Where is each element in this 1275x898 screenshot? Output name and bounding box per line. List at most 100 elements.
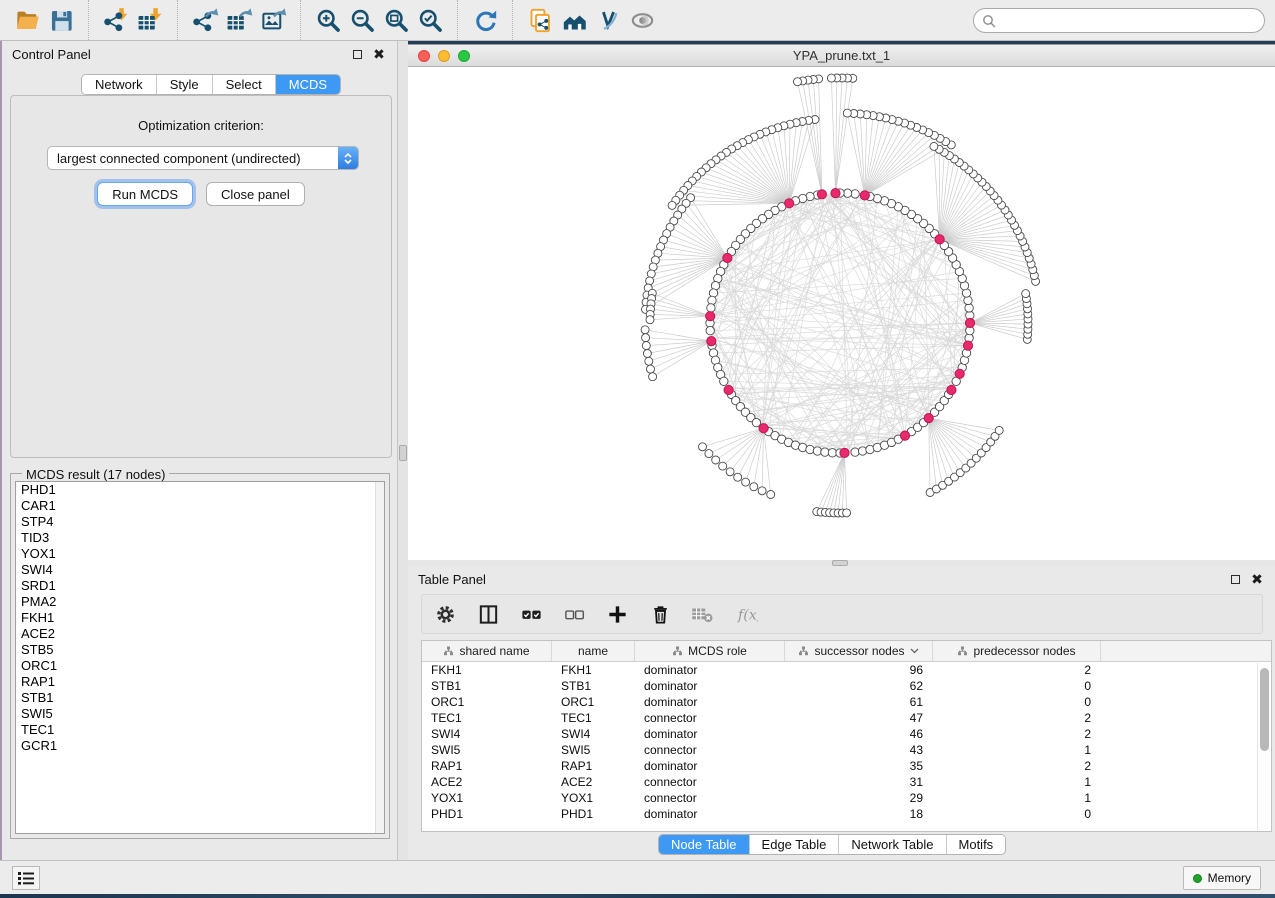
- cell-MCDS-role[interactable]: dominator: [635, 694, 785, 710]
- cell-MCDS-role[interactable]: dominator: [635, 806, 785, 822]
- column-header-name[interactable]: name: [552, 641, 635, 661]
- cell-shared-name[interactable]: STB1: [422, 678, 552, 694]
- close-panel-button-2[interactable]: Close panel: [206, 182, 305, 206]
- zoom-in-button[interactable]: [311, 4, 345, 36]
- cell-shared-name[interactable]: YOX1: [422, 790, 552, 806]
- cell-name[interactable]: TEC1: [552, 710, 635, 726]
- cell-name[interactable]: STB1: [552, 678, 635, 694]
- table-row[interactable]: ACE2ACE2connector311: [422, 774, 1271, 790]
- mcds-result-item[interactable]: RAP1: [16, 674, 384, 690]
- mcds-result-item[interactable]: PHD1: [16, 482, 384, 498]
- cell-successor-nodes[interactable]: 43: [785, 742, 933, 758]
- column-header-shared-name[interactable]: shared name: [422, 641, 552, 661]
- settings-button[interactable]: [432, 601, 458, 627]
- network-overview-button[interactable]: [557, 4, 591, 36]
- table-row[interactable]: YOX1YOX1connector291: [422, 790, 1271, 806]
- tab-node-table[interactable]: Node Table: [659, 835, 750, 854]
- tab-edge-table[interactable]: Edge Table: [750, 835, 840, 854]
- mcds-result-item[interactable]: SWI4: [16, 562, 384, 578]
- table-row[interactable]: RAP1RAP1dominator352: [422, 758, 1271, 774]
- cell-name[interactable]: ORC1: [552, 694, 635, 710]
- cell-MCDS-role[interactable]: connector: [635, 710, 785, 726]
- cell-predecessor-nodes[interactable]: 0: [933, 694, 1101, 710]
- deselect-all-button[interactable]: [561, 601, 587, 627]
- float-panel-button[interactable]: [349, 46, 365, 62]
- mcds-result-item[interactable]: FKH1: [16, 610, 384, 626]
- select-all-button[interactable]: [518, 601, 544, 627]
- cell-shared-name[interactable]: PHD1: [422, 806, 552, 822]
- cell-successor-nodes[interactable]: 31: [785, 774, 933, 790]
- mcds-result-item[interactable]: STB1: [16, 690, 384, 706]
- network-canvas[interactable]: [408, 67, 1275, 560]
- optimization-criterion-select[interactable]: largest connected component (undirected): [47, 146, 359, 170]
- search-input[interactable]: [996, 11, 1264, 31]
- cell-name[interactable]: ACE2: [552, 774, 635, 790]
- mcds-result-list[interactable]: PHD1CAR1STP4TID3YOX1SWI4SRD1PMA2FKH1ACE2…: [15, 481, 385, 834]
- cell-successor-nodes[interactable]: 96: [785, 662, 933, 678]
- cell-successor-nodes[interactable]: 61: [785, 694, 933, 710]
- show-graphics-details-button[interactable]: [625, 4, 659, 36]
- close-table-panel-button[interactable]: ✖: [1249, 571, 1265, 587]
- export-image-button[interactable]: [256, 4, 290, 36]
- cell-MCDS-role[interactable]: dominator: [635, 662, 785, 678]
- cell-predecessor-nodes[interactable]: 1: [933, 790, 1101, 806]
- export-table-button[interactable]: [222, 4, 256, 36]
- table-scrollbar[interactable]: [1257, 663, 1270, 830]
- mcds-result-item[interactable]: GCR1: [16, 738, 384, 754]
- memory-button[interactable]: Memory: [1183, 866, 1261, 890]
- cell-name[interactable]: SWI4: [552, 726, 635, 742]
- cell-successor-nodes[interactable]: 18: [785, 806, 933, 822]
- search-field[interactable]: [973, 8, 1265, 33]
- cell-name[interactable]: SWI5: [552, 742, 635, 758]
- refresh-button[interactable]: [468, 4, 502, 36]
- mcds-list-scrollbar[interactable]: [375, 482, 384, 833]
- cell-predecessor-nodes[interactable]: 1: [933, 742, 1101, 758]
- open-button[interactable]: [10, 4, 44, 36]
- cell-predecessor-nodes[interactable]: 0: [933, 678, 1101, 694]
- cell-name[interactable]: YOX1: [552, 790, 635, 806]
- cell-predecessor-nodes[interactable]: 1: [933, 774, 1101, 790]
- close-panel-button[interactable]: ✖: [371, 46, 387, 62]
- tab-select[interactable]: Select: [213, 75, 276, 94]
- cell-name[interactable]: FKH1: [552, 662, 635, 678]
- mcds-result-item[interactable]: ORC1: [16, 658, 384, 674]
- splitter-grip[interactable]: [399, 445, 407, 461]
- cell-successor-nodes[interactable]: 62: [785, 678, 933, 694]
- column-header-MCDS-role[interactable]: MCDS role: [635, 641, 785, 661]
- cell-shared-name[interactable]: ORC1: [422, 694, 552, 710]
- cell-name[interactable]: PHD1: [552, 806, 635, 822]
- tab-network[interactable]: Network: [82, 75, 157, 94]
- columns-button[interactable]: [475, 601, 501, 627]
- import-network-button[interactable]: [99, 4, 133, 36]
- table-scrollbar-thumb[interactable]: [1260, 668, 1269, 751]
- mcds-result-item[interactable]: SRD1: [16, 578, 384, 594]
- export-network-button[interactable]: [188, 4, 222, 36]
- cell-successor-nodes[interactable]: 47: [785, 710, 933, 726]
- mcds-result-item[interactable]: ACE2: [16, 626, 384, 642]
- mcds-result-item[interactable]: TEC1: [16, 722, 384, 738]
- cell-MCDS-role[interactable]: connector: [635, 774, 785, 790]
- tab-style[interactable]: Style: [157, 75, 213, 94]
- cell-predecessor-nodes[interactable]: 2: [933, 726, 1101, 742]
- network-window-titlebar[interactable]: YPA_prune.txt_1: [408, 45, 1275, 67]
- cell-predecessor-nodes[interactable]: 2: [933, 758, 1101, 774]
- import-table-button[interactable]: [133, 4, 167, 36]
- zoom-out-button[interactable]: [345, 4, 379, 36]
- table-row[interactable]: ORC1ORC1dominator610: [422, 694, 1271, 710]
- cell-shared-name[interactable]: TEC1: [422, 710, 552, 726]
- mcds-result-item[interactable]: YOX1: [16, 546, 384, 562]
- table-row[interactable]: SWI5SWI5connector431: [422, 742, 1271, 758]
- cell-predecessor-nodes[interactable]: 2: [933, 710, 1101, 726]
- table-row[interactable]: STB1STB1dominator620: [422, 678, 1271, 694]
- tab-mcds[interactable]: MCDS: [276, 75, 340, 94]
- delete-button[interactable]: [647, 601, 673, 627]
- table-row[interactable]: FKH1FKH1dominator962: [422, 662, 1271, 678]
- cell-predecessor-nodes[interactable]: 2: [933, 662, 1101, 678]
- zoom-selected-button[interactable]: [413, 4, 447, 36]
- cell-shared-name[interactable]: SWI5: [422, 742, 552, 758]
- mcds-result-item[interactable]: TID3: [16, 530, 384, 546]
- table-row[interactable]: TEC1TEC1connector472: [422, 710, 1271, 726]
- cell-shared-name[interactable]: ACE2: [422, 774, 552, 790]
- vertical-splitter[interactable]: [398, 41, 408, 860]
- cell-MCDS-role[interactable]: dominator: [635, 758, 785, 774]
